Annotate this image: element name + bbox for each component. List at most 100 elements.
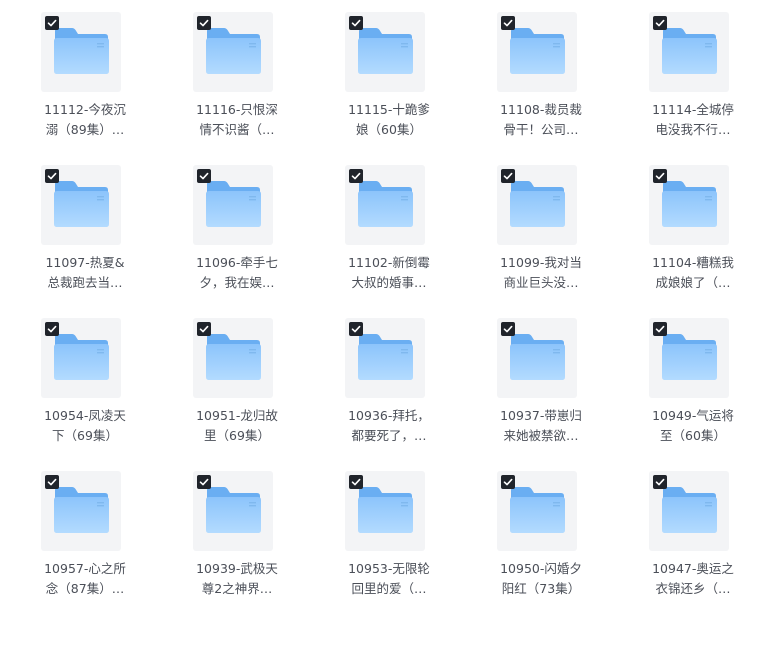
- folder-thumbnail[interactable]: [345, 471, 425, 551]
- folder-thumbnail[interactable]: [649, 471, 729, 551]
- folder-item[interactable]: 10949-气运将 至（60集）: [649, 318, 759, 458]
- folder-icon: [661, 27, 718, 75]
- folder-thumbnail[interactable]: [193, 318, 273, 398]
- folder-thumbnail[interactable]: [41, 471, 121, 551]
- folder-item[interactable]: 10954-凤凌天 下（69集）: [41, 318, 151, 458]
- folder-name[interactable]: 11116-只恨深 情不识酱（…: [193, 100, 281, 140]
- folder-item[interactable]: 11115-十跪爹 娘（60集）: [345, 12, 455, 152]
- folder-thumbnail[interactable]: [193, 12, 273, 92]
- folder-thumbnail[interactable]: [193, 165, 273, 245]
- folder-icon: [53, 180, 110, 228]
- checkbox-checked-icon[interactable]: [45, 475, 59, 489]
- folder-thumbnail[interactable]: [497, 12, 577, 92]
- folder-thumbnail[interactable]: [497, 471, 577, 551]
- folder-icon: [509, 180, 566, 228]
- folder-thumbnail[interactable]: [649, 318, 729, 398]
- folder-thumbnail[interactable]: [41, 12, 121, 92]
- folder-item[interactable]: 10937-带崽归 来她被禁欲…: [497, 318, 607, 458]
- file-grid: 11112-今夜沉 溺（89集）… 11116-只恨深 情不识酱（… 11115…: [0, 0, 773, 666]
- folder-thumbnail[interactable]: [41, 318, 121, 398]
- folder-item[interactable]: 10947-奥运之 衣锦还乡（…: [649, 471, 759, 611]
- folder-thumbnail[interactable]: [649, 165, 729, 245]
- folder-icon: [357, 180, 414, 228]
- checkbox-checked-icon[interactable]: [501, 322, 515, 336]
- checkbox-checked-icon[interactable]: [197, 475, 211, 489]
- checkbox-checked-icon[interactable]: [349, 322, 363, 336]
- checkbox-checked-icon[interactable]: [45, 16, 59, 30]
- folder-icon: [53, 333, 110, 381]
- folder-name[interactable]: 11096-牵手七 夕，我在娱…: [193, 253, 281, 293]
- checkbox-checked-icon[interactable]: [501, 475, 515, 489]
- folder-icon: [357, 333, 414, 381]
- checkbox-checked-icon[interactable]: [197, 169, 211, 183]
- checkbox-checked-icon[interactable]: [45, 322, 59, 336]
- folder-icon: [661, 180, 718, 228]
- folder-icon: [53, 486, 110, 534]
- folder-name[interactable]: 10937-带崽归 来她被禁欲…: [497, 406, 585, 446]
- folder-name[interactable]: 10954-凤凌天 下（69集）: [41, 406, 129, 446]
- folder-name[interactable]: 10947-奥运之 衣锦还乡（…: [649, 559, 737, 599]
- folder-item[interactable]: 11108-裁员裁 骨干！公司…: [497, 12, 607, 152]
- folder-thumbnail[interactable]: [345, 165, 425, 245]
- checkbox-checked-icon[interactable]: [349, 169, 363, 183]
- folder-name[interactable]: 11112-今夜沉 溺（89集）…: [41, 100, 129, 140]
- folder-item[interactable]: 11097-热夏& 总裁跑去当…: [41, 165, 151, 305]
- folder-name[interactable]: 10957-心之所 念（87集）…: [41, 559, 129, 599]
- folder-item[interactable]: 11099-我对当 商业巨头没…: [497, 165, 607, 305]
- folder-icon: [53, 27, 110, 75]
- folder-name[interactable]: 10936-拜托， 都要死了，…: [345, 406, 433, 446]
- folder-item[interactable]: 10936-拜托， 都要死了，…: [345, 318, 455, 458]
- folder-name[interactable]: 11097-热夏& 总裁跑去当…: [41, 253, 129, 293]
- folder-thumbnail[interactable]: [193, 471, 273, 551]
- folder-item[interactable]: 10950-闪婚夕 阳红（73集）: [497, 471, 607, 611]
- folder-name[interactable]: 11102-新倒霉 大叔的婚事…: [345, 253, 433, 293]
- folder-name[interactable]: 11114-全城停 电没我不行…: [649, 100, 737, 140]
- folder-item[interactable]: 11112-今夜沉 溺（89集）…: [41, 12, 151, 152]
- checkbox-checked-icon[interactable]: [45, 169, 59, 183]
- folder-icon: [661, 486, 718, 534]
- folder-icon: [661, 333, 718, 381]
- folder-name[interactable]: 10939-武极天 尊2之神界…: [193, 559, 281, 599]
- folder-item[interactable]: 10953-无限轮 回里的爱（…: [345, 471, 455, 611]
- checkbox-checked-icon[interactable]: [653, 16, 667, 30]
- folder-thumbnail[interactable]: [497, 165, 577, 245]
- folder-item[interactable]: 11096-牵手七 夕，我在娱…: [193, 165, 303, 305]
- folder-item[interactable]: 11114-全城停 电没我不行…: [649, 12, 759, 152]
- folder-name[interactable]: 11099-我对当 商业巨头没…: [497, 253, 585, 293]
- folder-thumbnail[interactable]: [345, 12, 425, 92]
- folder-name[interactable]: 10951-龙归故 里（69集）: [193, 406, 281, 446]
- checkbox-checked-icon[interactable]: [349, 475, 363, 489]
- folder-icon: [205, 333, 262, 381]
- checkbox-checked-icon[interactable]: [197, 322, 211, 336]
- folder-icon: [205, 27, 262, 75]
- folder-thumbnail[interactable]: [497, 318, 577, 398]
- folder-thumbnail[interactable]: [649, 12, 729, 92]
- folder-name[interactable]: 10953-无限轮 回里的爱（…: [345, 559, 433, 599]
- folder-item[interactable]: 11104-糟糕我 成娘娘了（…: [649, 165, 759, 305]
- folder-item[interactable]: 11116-只恨深 情不识酱（…: [193, 12, 303, 152]
- checkbox-checked-icon[interactable]: [197, 16, 211, 30]
- folder-icon: [357, 27, 414, 75]
- folder-name[interactable]: 11104-糟糕我 成娘娘了（…: [649, 253, 737, 293]
- folder-item[interactable]: 10951-龙归故 里（69集）: [193, 318, 303, 458]
- folder-icon: [509, 486, 566, 534]
- checkbox-checked-icon[interactable]: [653, 169, 667, 183]
- folder-item[interactable]: 10957-心之所 念（87集）…: [41, 471, 151, 611]
- checkbox-checked-icon[interactable]: [349, 16, 363, 30]
- folder-icon: [205, 486, 262, 534]
- checkbox-checked-icon[interactable]: [501, 169, 515, 183]
- folder-icon: [509, 333, 566, 381]
- folder-name[interactable]: 11115-十跪爹 娘（60集）: [345, 100, 433, 140]
- folder-icon: [205, 180, 262, 228]
- folder-item[interactable]: 11102-新倒霉 大叔的婚事…: [345, 165, 455, 305]
- folder-thumbnail[interactable]: [345, 318, 425, 398]
- checkbox-checked-icon[interactable]: [501, 16, 515, 30]
- folder-thumbnail[interactable]: [41, 165, 121, 245]
- checkbox-checked-icon[interactable]: [653, 322, 667, 336]
- folder-name[interactable]: 10949-气运将 至（60集）: [649, 406, 737, 446]
- folder-name[interactable]: 10950-闪婚夕 阳红（73集）: [497, 559, 585, 599]
- folder-name[interactable]: 11108-裁员裁 骨干！公司…: [497, 100, 585, 140]
- folder-icon: [357, 486, 414, 534]
- checkbox-checked-icon[interactable]: [653, 475, 667, 489]
- folder-item[interactable]: 10939-武极天 尊2之神界…: [193, 471, 303, 611]
